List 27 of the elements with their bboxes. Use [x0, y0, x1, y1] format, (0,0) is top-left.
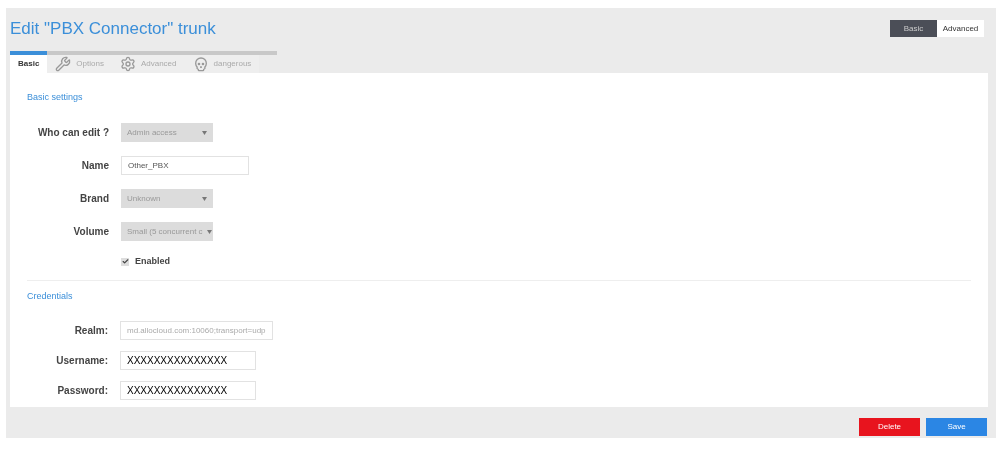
wrench-icon [55, 55, 72, 72]
input-field[interactable]: Other_PBX [121, 156, 249, 175]
mode-toggle-button[interactable]: Basic [890, 20, 937, 38]
field-label: Brand [79, 192, 110, 206]
field-label: Realm: [73, 324, 109, 338]
caret-icon [202, 196, 207, 201]
caret-icon [202, 130, 207, 135]
field-label: Password: [56, 384, 109, 398]
field-label: Username: [55, 354, 109, 368]
input-field[interactable]: XXXXXXXXXXXXXXX [120, 381, 256, 400]
skull-icon [192, 55, 209, 72]
field-label: Who can edit ? [36, 126, 110, 140]
tab[interactable]: Basic [10, 50, 48, 73]
select-field[interactable]: Unknown [121, 189, 213, 208]
checkbox[interactable] [121, 257, 129, 266]
mode-toggle-button[interactable]: Advanced [937, 20, 984, 38]
page-title: Edit "PBX Connector" trunk [10, 18, 216, 40]
caret-icon [206, 229, 212, 234]
field-label: Volume [72, 225, 110, 239]
gear-icon [119, 55, 136, 72]
section-title: Credentials [27, 289, 74, 303]
save-button[interactable]: Save [926, 417, 987, 436]
checkbox-label: Enabled [135, 255, 170, 268]
delete-button[interactable]: Delete [859, 417, 920, 436]
input-field[interactable]: XXXXXXXXXXXXXXX [120, 351, 256, 370]
section-title: Basic settings [27, 90, 84, 104]
field-label: Name [80, 159, 110, 173]
